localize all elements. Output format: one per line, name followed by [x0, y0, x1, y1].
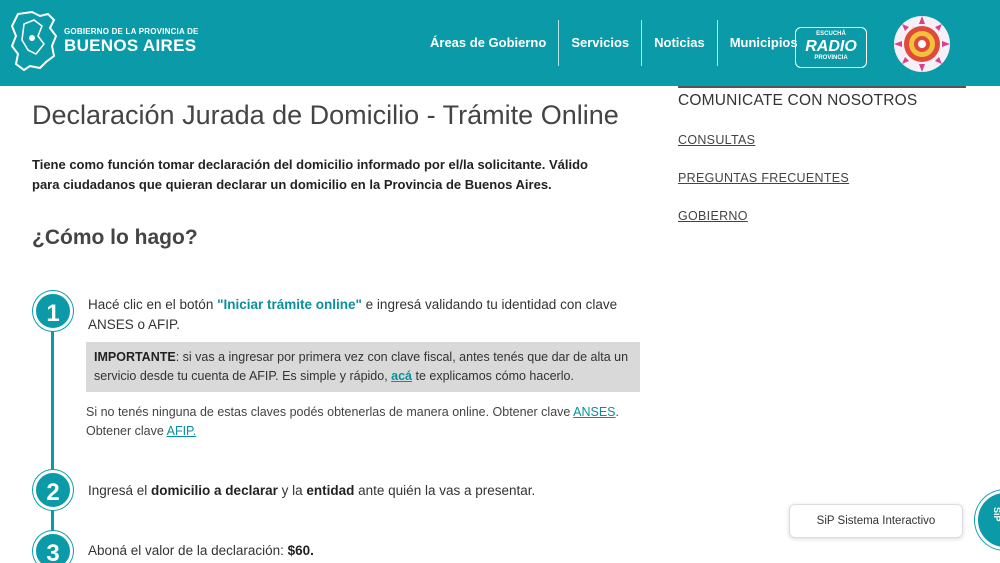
sidebar-link-gobierno[interactable]: GOBIERNO: [678, 209, 748, 223]
sip-chat-label[interactable]: SiP Sistema Interactivo: [789, 504, 963, 538]
step-number-3: 3: [33, 531, 73, 563]
steps-timeline: [51, 312, 54, 563]
step-2-text: Ingresá el domicilio a declarar y la ent…: [88, 483, 536, 498]
important-label: IMPORTANTE: [94, 350, 176, 364]
sip-chat-button[interactable]: SiP: [975, 490, 1000, 550]
iniciar-tramite-link[interactable]: "Iniciar trámite online": [217, 297, 362, 312]
sip-bubble-label: SiP: [992, 507, 1000, 522]
intro-text: Tiene como función tomar declaración del…: [32, 157, 588, 192]
keys-note: Si no tenés ninguna de estas claves podé…: [86, 405, 620, 438]
province-emblem-icon: [894, 16, 950, 72]
sidebar-title: COMUNICATE CON NOSOTROS: [678, 92, 918, 109]
how-to-heading: ¿Cómo lo hago?: [32, 226, 198, 249]
radio-top-label: ESCUCHÁ: [816, 31, 846, 37]
step-1-text: Hacé clic en el botón "Iniciar trámite o…: [88, 297, 618, 332]
step-number-1: 1: [33, 291, 73, 331]
sidebar-divider: [678, 86, 966, 88]
important-notice: IMPORTANTE: si vas a ingresar por primer…: [86, 342, 640, 392]
nav-noticias[interactable]: Noticias: [642, 20, 717, 66]
page-title: Declaración Jurada de Domicilio - Trámit…: [32, 100, 619, 130]
anses-link[interactable]: ANSES: [573, 405, 615, 419]
sidebar-link-consultas[interactable]: CONSULTAS: [678, 133, 755, 147]
radio-bottom-label: PROVINCIA: [814, 55, 848, 61]
radio-main-label: RADIO: [805, 38, 857, 55]
afip-link[interactable]: AFIP.: [167, 424, 197, 438]
nav-servicios[interactable]: Servicios: [559, 20, 641, 66]
logo-title: BUENOS AIRES: [64, 36, 197, 55]
province-logo[interactable]: GOBIERNO DE LA PROVINCIA DE BUENOS AIRES: [10, 10, 199, 72]
main-nav: Áreas de Gobierno Servicios Noticias Mun…: [418, 20, 810, 66]
top-header: GOBIERNO DE LA PROVINCIA DE BUENOS AIRES…: [0, 0, 1000, 86]
sidebar-link-preguntas-frecuentes[interactable]: PREGUNTAS FRECUENTES: [678, 171, 849, 185]
step-3-text: Aboná el valor de la declaración: $60.: [88, 543, 314, 558]
aca-link[interactable]: acá: [391, 369, 412, 383]
radio-provincia-button[interactable]: ESCUCHÁ RADIO PROVINCIA: [795, 27, 867, 68]
nav-areas-de-gobierno[interactable]: Áreas de Gobierno: [418, 20, 558, 66]
step-number-2: 2: [33, 470, 73, 510]
buenos-aires-map-icon: [10, 10, 58, 72]
